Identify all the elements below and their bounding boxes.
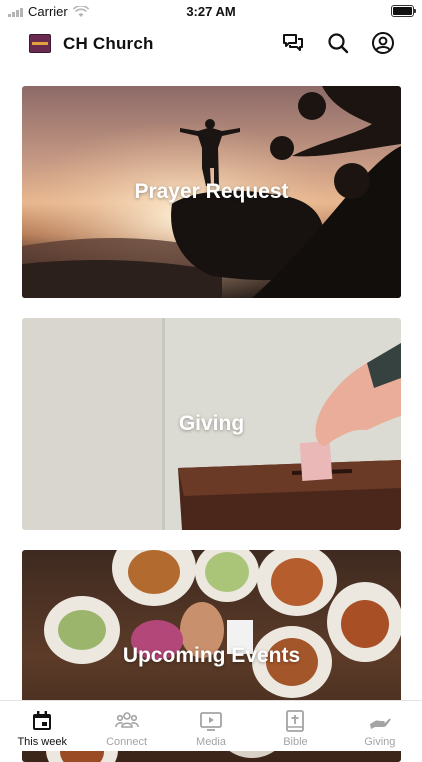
tab-label: Media [196, 736, 226, 748]
prayer-request-card[interactable]: Prayer Request [22, 86, 401, 298]
bible-icon [286, 710, 305, 732]
tab-giving[interactable]: Giving [338, 701, 422, 751]
app-header: CH Church [0, 26, 422, 62]
battery-icon [391, 5, 416, 17]
tab-label: This week [17, 736, 67, 748]
card-title: Upcoming Events [122, 644, 301, 667]
people-icon [114, 712, 139, 728]
bottom-tab-bar: This week Connect Media Bible Giving [0, 700, 422, 751]
tab-bible[interactable]: Bible [253, 701, 337, 751]
tab-label: Connect [106, 736, 148, 748]
tab-this-week[interactable]: This week [0, 701, 84, 751]
app-title: CH Church [63, 34, 154, 53]
church-logo [29, 34, 51, 53]
tab-media[interactable]: Media [169, 701, 253, 751]
calendar-icon [33, 711, 52, 730]
giving-card[interactable]: Giving [22, 318, 401, 530]
profile-icon[interactable] [371, 31, 395, 55]
search-icon[interactable] [326, 31, 350, 55]
status-time: 3:27 AM [186, 4, 236, 19]
tab-label: Bible [283, 736, 308, 748]
tab-connect[interactable]: Connect [84, 701, 168, 751]
tab-label: Giving [364, 736, 396, 748]
status-bar: Carrier 3:27 AM [0, 0, 422, 22]
card-title: Giving [178, 412, 245, 435]
giving-hand-icon [369, 718, 391, 729]
play-icon [200, 712, 222, 731]
messages-icon[interactable] [281, 31, 305, 55]
card-title: Prayer Request [134, 180, 289, 203]
